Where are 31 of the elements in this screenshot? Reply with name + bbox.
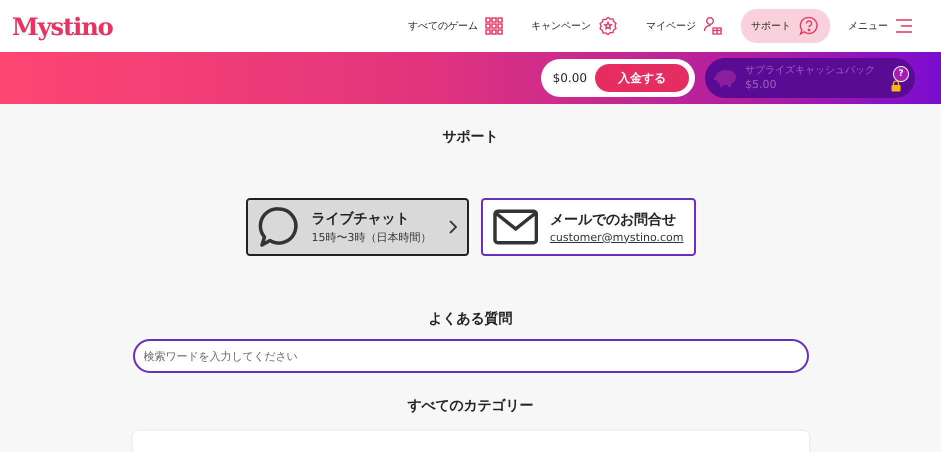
envelope-icon	[492, 209, 538, 245]
nav-link[interactable]: すべてのゲーム	[398, 10, 513, 42]
help-badge[interactable]: ?	[893, 66, 909, 82]
menu-icon	[895, 19, 913, 33]
deposit-button[interactable]: 入金する	[595, 64, 689, 92]
badge-icon	[598, 16, 618, 36]
balance-amount: $0.00	[552, 71, 587, 85]
user-gift-icon	[703, 16, 723, 36]
contact-detail: 15時〜3時（日本時間）	[312, 230, 432, 244]
categories-title: すべてのカテゴリー	[408, 397, 534, 415]
grid-icon	[485, 17, 503, 35]
contact-detail: customer@mystino.com	[550, 230, 684, 244]
logo[interactable]: Mystino	[12, 12, 113, 40]
speech-bubble-icon	[258, 206, 300, 248]
lock-icon	[891, 80, 901, 92]
nav-link[interactable]: キャンペーン	[521, 9, 628, 43]
contact-title: ライブチャット	[312, 210, 410, 228]
page-title: サポート	[442, 128, 498, 146]
nav-link[interactable]: メニュー	[838, 12, 923, 40]
faq-title: よくある質問	[428, 310, 512, 328]
contact-title: メールでのお問合せ	[550, 210, 677, 228]
search-field[interactable]: 検索ワードを入力してください	[132, 339, 808, 373]
nav-link[interactable]: サポート	[741, 9, 830, 43]
cashback-title: サプライズキャッシュバック	[745, 64, 875, 78]
piggy-bank-icon	[713, 68, 739, 88]
cashback-amount: $5.00	[745, 78, 778, 92]
contact-card[interactable]: メールでのお問合せ customer@mystino.com	[480, 198, 696, 256]
chevron-right-icon	[448, 220, 456, 234]
help-icon	[798, 16, 820, 36]
contact-card[interactable]: ライブチャット 15時〜3時（日本時間）	[246, 198, 468, 256]
nav-link[interactable]: マイページ	[636, 9, 733, 43]
